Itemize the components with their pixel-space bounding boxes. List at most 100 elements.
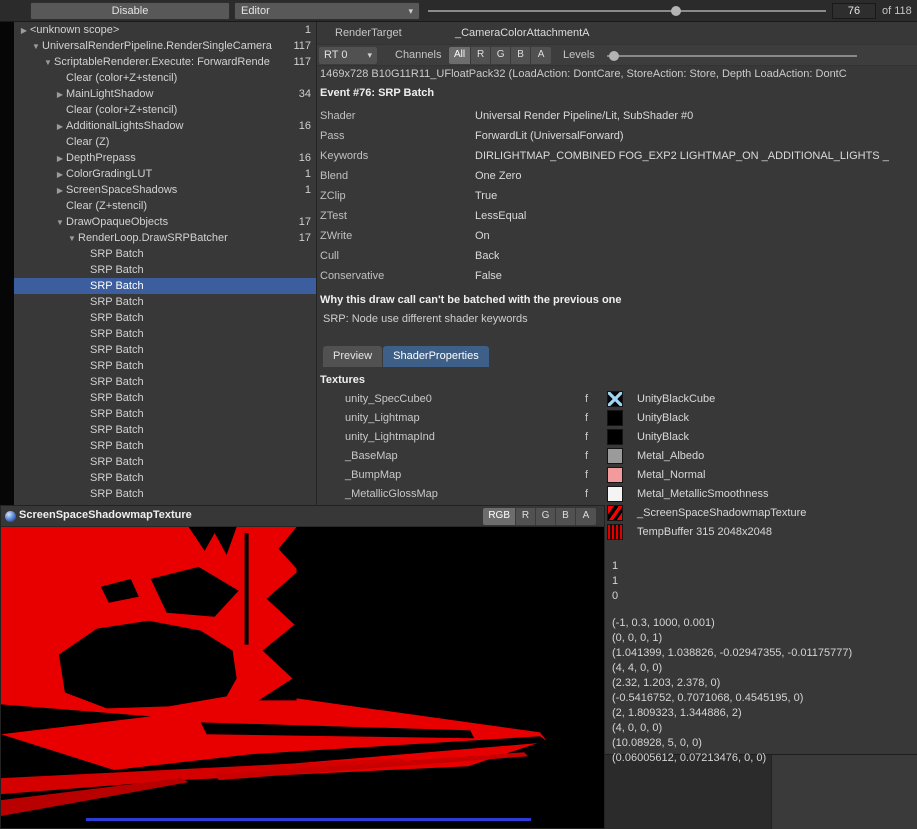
rt-index-dropdown[interactable]: ▾ RT 0 xyxy=(319,47,377,64)
foldout-closed-icon[interactable]: ▶ xyxy=(54,122,66,131)
detail-tabs: PreviewShaderProperties xyxy=(323,346,489,367)
tab-preview[interactable]: Preview xyxy=(323,346,382,367)
batch-break-reason: SRP: Node use different shader keywords xyxy=(323,313,528,325)
channel-a-button[interactable]: A xyxy=(531,47,551,64)
property-row: BlendOne Zero xyxy=(317,166,917,186)
tree-row[interactable]: SRP Batch xyxy=(14,262,316,278)
foldout-closed-icon[interactable]: ▶ xyxy=(54,186,66,195)
preview-channel-g-button[interactable]: G xyxy=(536,508,556,525)
tree-row[interactable]: SRP Batch xyxy=(14,374,316,390)
tree-row-label: ColorGradingLUT xyxy=(66,168,301,180)
preview-channel-b-button[interactable]: B xyxy=(556,508,576,525)
tree-row-count: 34 xyxy=(295,88,316,100)
texture-row[interactable]: unity_LightmapfUnityBlack xyxy=(317,409,917,428)
tree-row[interactable]: SRP Batch xyxy=(14,310,316,326)
frame-number-field[interactable] xyxy=(832,3,876,19)
texture-row[interactable]: unity_SpecCube0fUnityBlackCube xyxy=(317,390,917,409)
property-key: Cull xyxy=(320,250,339,262)
tree-row[interactable]: SRP Batch xyxy=(14,358,316,374)
channels-label: Channels xyxy=(395,49,441,61)
tree-row-label: ScreenSpaceShadows xyxy=(66,184,301,196)
foldout-open-icon[interactable]: ▼ xyxy=(42,58,54,67)
texture-thumbnail-icon xyxy=(607,448,623,464)
preview-channel-r-button[interactable]: R xyxy=(516,508,536,525)
tree-row-count: 16 xyxy=(295,120,316,132)
tree-row[interactable]: SRP Batch xyxy=(14,422,316,438)
surface-info: 1469x728 B10G11R11_UFloatPack32 (LoadAct… xyxy=(320,68,916,80)
channel-g-button[interactable]: G xyxy=(491,47,511,64)
tree-row[interactable]: SRP Batch xyxy=(14,326,316,342)
tree-row[interactable]: ▶MainLightShadow34 xyxy=(14,86,316,102)
tree-row[interactable]: SRP Batch xyxy=(14,342,316,358)
tree-row-label: MainLightShadow xyxy=(66,88,295,100)
texture-row[interactable]: _BaseMapfMetal_Albedo xyxy=(317,447,917,466)
texture-row[interactable]: unity_LightmapIndfUnityBlack xyxy=(317,428,917,447)
channel-all-button[interactable]: All xyxy=(449,47,471,64)
vector-value: (4, 4, 0, 0) xyxy=(612,662,852,677)
float-value: 1 xyxy=(612,560,618,575)
preview-titlebar[interactable]: ScreenSpaceShadowmapTexture RGBRGBA xyxy=(1,506,604,527)
preview-channel-rgb-button[interactable]: RGB xyxy=(483,508,516,525)
frame-slider[interactable] xyxy=(428,0,826,22)
channel-r-button[interactable]: R xyxy=(471,47,491,64)
tree-row[interactable]: SRP Batch xyxy=(14,438,316,454)
shader-properties-list: ShaderUniversal Render Pipeline/Lit, Sub… xyxy=(317,106,917,286)
shadowmap-preview-image xyxy=(1,527,604,828)
disable-button[interactable]: Disable xyxy=(30,2,230,20)
foldout-closed-icon[interactable]: ▶ xyxy=(54,170,66,179)
tree-row[interactable]: ▼RenderLoop.DrawSRPBatcher17 xyxy=(14,230,316,246)
tree-row[interactable]: SRP Batch xyxy=(14,294,316,310)
textures-title: Textures xyxy=(320,374,365,386)
tree-row[interactable]: ▶DepthPrepass16 xyxy=(14,150,316,166)
tree-row[interactable]: Clear (color+Z+stencil) xyxy=(14,70,316,86)
tree-row[interactable]: SRP Batch xyxy=(14,390,316,406)
texture-row[interactable]: _MetallicGlossMapfMetal_MetallicSmoothne… xyxy=(317,485,917,504)
tree-row-label: DepthPrepass xyxy=(66,152,295,164)
property-row: ZWriteOn xyxy=(317,226,917,246)
tree-row[interactable]: SRP Batch xyxy=(14,486,316,502)
tree-row[interactable]: SRP Batch xyxy=(14,454,316,470)
preview-channel-a-button[interactable]: A xyxy=(576,508,596,525)
property-key: Keywords xyxy=(320,150,368,162)
target-dropdown[interactable]: ▾ Editor xyxy=(234,2,420,20)
tree-row[interactable]: SRP Batch xyxy=(14,246,316,262)
foldout-open-icon[interactable]: ▼ xyxy=(66,234,78,243)
tree-row[interactable]: Clear (color+Z+stencil) xyxy=(14,102,316,118)
tab-shaderproperties[interactable]: ShaderProperties xyxy=(383,346,489,367)
property-key: Pass xyxy=(320,130,344,142)
levels-slider[interactable] xyxy=(607,45,857,67)
property-row: CullBack xyxy=(317,246,917,266)
rendertarget-controls: ▾ RT 0 Channels AllRGBA Levels xyxy=(317,44,917,66)
channel-b-button[interactable]: B xyxy=(511,47,531,64)
vector-value: (0, 0, 0, 1) xyxy=(612,632,852,647)
tree-row[interactable]: ▶AdditionalLightsShadow16 xyxy=(14,118,316,134)
tree-row-label: SRP Batch xyxy=(90,360,307,372)
texture-stage-flag: f xyxy=(585,469,588,481)
foldout-closed-icon[interactable]: ▶ xyxy=(54,90,66,99)
texture-row[interactable]: _BumpMapfMetal_Normal xyxy=(317,466,917,485)
tree-row[interactable]: ▶<unknown scope>1 xyxy=(14,22,316,38)
texture-name: unity_SpecCube0 xyxy=(345,393,432,405)
preview-title: ScreenSpaceShadowmapTexture xyxy=(19,509,192,521)
foldout-closed-icon[interactable]: ▶ xyxy=(18,26,30,35)
tree-row-label: SRP Batch xyxy=(90,296,307,308)
tree-row[interactable]: ▼DrawOpaqueObjects17 xyxy=(14,214,316,230)
tree-row[interactable]: ▶ScreenSpaceShadows1 xyxy=(14,182,316,198)
tree-row[interactable]: SRP Batch xyxy=(14,278,316,294)
foldout-open-icon[interactable]: ▼ xyxy=(30,42,42,51)
event-title: Event #76: SRP Batch xyxy=(320,87,434,99)
tree-row[interactable]: ▼UniversalRenderPipeline.RenderSingleCam… xyxy=(14,38,316,54)
frame-slider-handle[interactable] xyxy=(671,6,681,16)
levels-slider-handle[interactable] xyxy=(609,51,619,61)
tree-row[interactable]: Clear (Z) xyxy=(14,134,316,150)
foldout-closed-icon[interactable]: ▶ xyxy=(54,154,66,163)
vector-value: (1.041399, 1.038826, -0.02947355, -0.011… xyxy=(612,647,852,662)
tree-row[interactable]: Clear (Z+stencil) xyxy=(14,198,316,214)
tree-row[interactable]: ▶ColorGradingLUT1 xyxy=(14,166,316,182)
rendertarget-value: _CameraColorAttachmentA xyxy=(455,27,590,39)
tree-row[interactable]: SRP Batch xyxy=(14,406,316,422)
tree-row[interactable]: SRP Batch xyxy=(14,470,316,486)
tree-row-label: AdditionalLightsShadow xyxy=(66,120,295,132)
foldout-open-icon[interactable]: ▼ xyxy=(54,218,66,227)
tree-row[interactable]: ▼ScriptableRenderer.Execute: ForwardRend… xyxy=(14,54,316,70)
